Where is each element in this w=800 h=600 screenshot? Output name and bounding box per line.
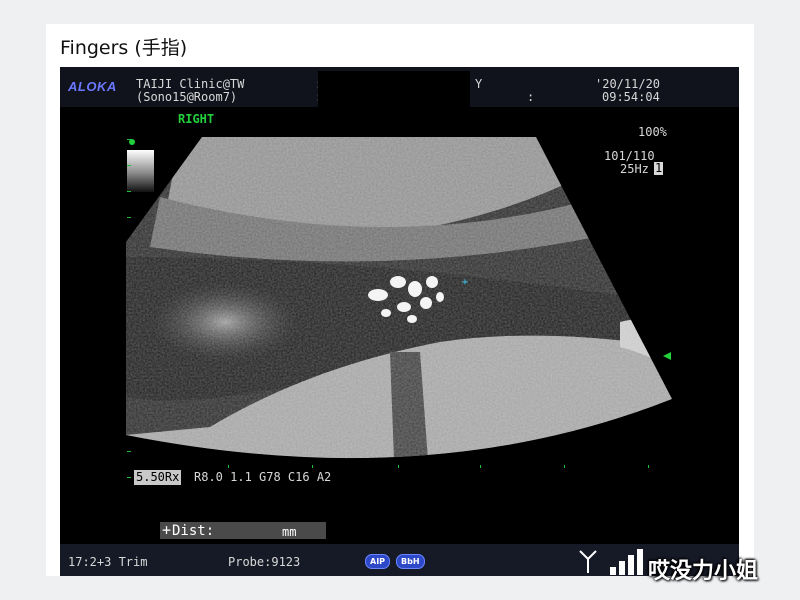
distance-label: Dist: [172,523,215,539]
sector-scan: + [126,137,672,468]
svg-text:+: + [462,277,468,288]
ultrasound-image: ALOKA TAIJI Clinic@TW (Sono15@Room7) : :… [60,67,739,576]
page-title: Fingers (手指) [60,37,188,59]
probe-info: Probe:9123 [228,555,301,569]
caliper-cross-icon: + [162,521,172,539]
bbh-badge: BbH [396,554,425,569]
distance-unit: mm [282,525,297,539]
scale-box: 5.50Rx [134,470,182,485]
gestational-age: 17:2+3 Trim [68,555,148,569]
watermark-text: 哎没力小姐 [648,559,759,584]
signal-bars-icon [610,549,643,575]
aip-badge: AIP [365,554,391,569]
image-settings: R8.0 1.1 G78 C16 A2 [194,470,332,484]
